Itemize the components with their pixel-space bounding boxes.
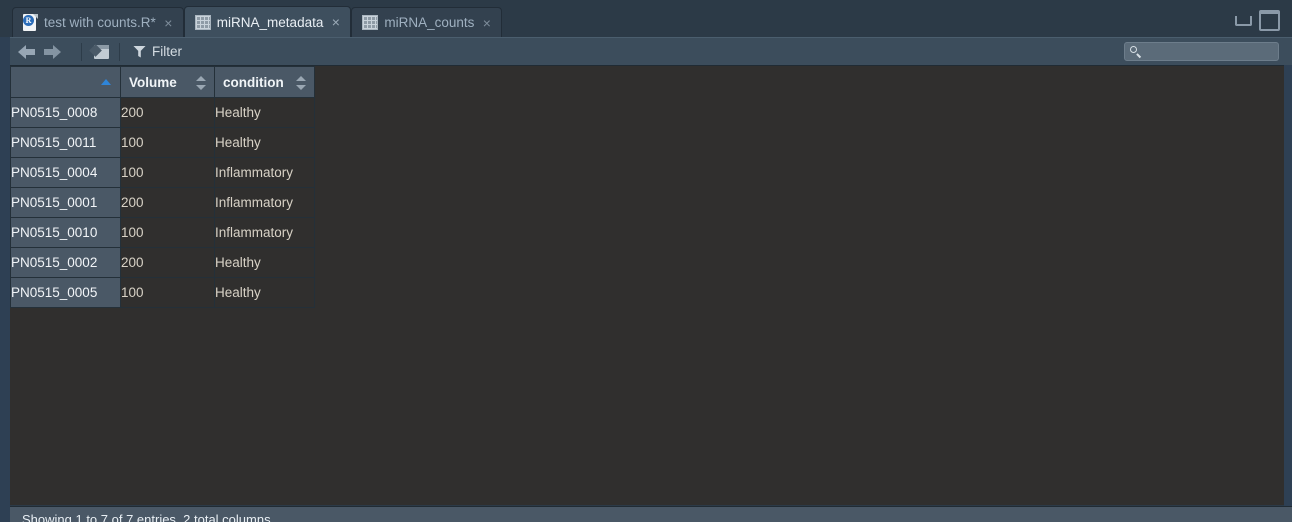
- cell-rowname: PN0515_0002: [10, 247, 121, 278]
- grid-icon: [194, 14, 211, 30]
- table-row[interactable]: PN0515_0002 200 Healthy: [10, 247, 315, 278]
- maximize-icon[interactable]: [1259, 10, 1280, 31]
- window-controls: [1235, 10, 1292, 37]
- sort-toggle-icon[interactable]: [296, 76, 306, 90]
- cell-condition: Healthy: [214, 97, 315, 128]
- table-header: Volume condition: [10, 66, 315, 98]
- search-input[interactable]: [1130, 43, 1291, 60]
- tab-label: miRNA_metadata: [216, 14, 324, 30]
- column-header-volume[interactable]: Volume: [120, 66, 215, 98]
- tab-label: miRNA_counts: [384, 15, 475, 30]
- toolbar-divider: [119, 42, 120, 61]
- popout-window-icon[interactable]: [89, 43, 110, 60]
- table-row[interactable]: PN0515_0001 200 Inflammatory: [10, 187, 315, 218]
- cell-volume: 100: [120, 157, 215, 188]
- cell-volume: 100: [120, 277, 215, 308]
- cell-volume: 200: [120, 97, 215, 128]
- tab-bar: R test with counts.R* × miRNA_metadata ×…: [0, 0, 1292, 37]
- column-header-condition[interactable]: condition: [214, 66, 315, 98]
- table-header-row: Volume condition: [10, 66, 315, 98]
- table-row[interactable]: PN0515_0011 100 Healthy: [10, 127, 315, 158]
- cell-condition: Inflammatory: [214, 217, 315, 248]
- cell-rowname: PN0515_0008: [10, 97, 121, 128]
- data-grid-panel: Volume condition PN0515_0008 200 Healthy: [10, 65, 1284, 505]
- filter-label: Filter: [152, 44, 182, 59]
- tab-test-with-counts-r[interactable]: R test with counts.R* ×: [12, 7, 184, 37]
- cell-condition: Healthy: [214, 127, 315, 158]
- cell-volume: 200: [120, 187, 215, 218]
- close-icon[interactable]: ×: [481, 16, 492, 30]
- table-row[interactable]: PN0515_0004 100 Inflammatory: [10, 157, 315, 188]
- status-bar: Showing 1 to 7 of 7 entries, 2 total col…: [10, 506, 1292, 522]
- cell-volume: 100: [120, 127, 215, 158]
- filter-button[interactable]: Filter: [129, 42, 186, 61]
- table-row[interactable]: PN0515_0010 100 Inflammatory: [10, 217, 315, 248]
- close-icon[interactable]: ×: [330, 15, 341, 29]
- viewer-toolbar: Filter: [10, 37, 1292, 65]
- left-gutter: [0, 37, 10, 522]
- cell-volume: 100: [120, 217, 215, 248]
- minimize-icon[interactable]: [1235, 15, 1252, 26]
- status-text: Showing 1 to 7 of 7 entries, 2 total col…: [22, 512, 271, 522]
- table-body: PN0515_0008 200 Healthy PN0515_0011 100 …: [10, 97, 315, 308]
- navigation-arrows: [18, 44, 72, 60]
- tab-mirna-counts[interactable]: miRNA_counts ×: [351, 7, 503, 37]
- cell-condition: Inflammatory: [214, 187, 315, 218]
- grid-icon: [362, 15, 379, 30]
- right-gutter: [1284, 37, 1292, 522]
- tab-bar-lead-spacer: [0, 0, 12, 37]
- table-row[interactable]: PN0515_0005 100 Healthy: [10, 277, 315, 308]
- search-box[interactable]: [1124, 42, 1291, 61]
- data-table: Volume condition PN0515_0008 200 Healthy: [10, 66, 315, 308]
- toolbar-divider: [81, 42, 82, 61]
- cell-rowname: PN0515_0010: [10, 217, 121, 248]
- sort-toggle-icon[interactable]: [196, 76, 206, 90]
- table-row[interactable]: PN0515_0008 200 Healthy: [10, 97, 315, 128]
- cell-rowname: PN0515_0005: [10, 277, 121, 308]
- cell-rowname: PN0515_0004: [10, 157, 121, 188]
- tab-mirna-metadata[interactable]: miRNA_metadata ×: [183, 6, 352, 37]
- tab-label: test with counts.R*: [44, 15, 156, 30]
- cell-rowname: PN0515_0011: [10, 127, 121, 158]
- sort-ascending-icon[interactable]: [101, 79, 111, 85]
- cell-condition: Healthy: [214, 247, 315, 278]
- close-icon[interactable]: ×: [163, 16, 174, 30]
- cell-condition: Inflammatory: [214, 157, 315, 188]
- cell-condition: Healthy: [214, 277, 315, 308]
- cell-rowname: PN0515_0001: [10, 187, 121, 218]
- column-header-rowname[interactable]: [10, 66, 121, 98]
- cell-volume: 200: [120, 247, 215, 278]
- r-script-icon: R: [23, 14, 38, 31]
- column-header-label: condition: [223, 74, 284, 90]
- funnel-icon: [133, 45, 146, 58]
- column-header-label: Volume: [129, 74, 177, 90]
- rstudio-data-viewer-window: R test with counts.R* × miRNA_metadata ×…: [0, 0, 1292, 522]
